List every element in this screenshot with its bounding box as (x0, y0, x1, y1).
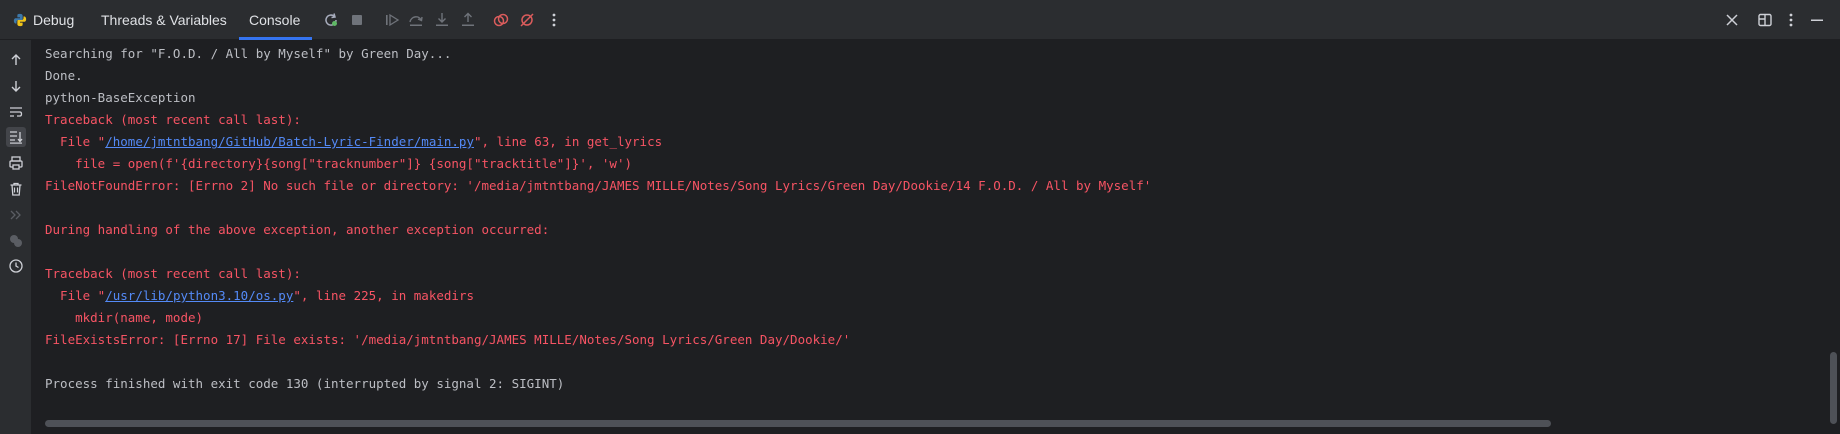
close-button[interactable] (1723, 11, 1741, 29)
down-arrow-icon (11, 81, 21, 92)
step-over-icon (409, 16, 423, 26)
vertical-scrollbar[interactable] (1830, 352, 1837, 424)
resume-button[interactable] (383, 11, 401, 29)
error-message: FileNotFoundError: [Errno 2] No such fil… (45, 178, 1152, 193)
print-icon (9, 156, 23, 170)
step-into-button[interactable] (433, 11, 451, 29)
console-line: Searching for "F.O.D. / All by Myself" b… (45, 46, 452, 61)
history-icon (9, 259, 23, 273)
minimize-button[interactable] (1808, 11, 1826, 29)
python-icon (13, 13, 27, 27)
more-vertical-icon (1789, 13, 1793, 27)
exception-chain-message: During handling of the above exception, … (45, 222, 550, 237)
debug-title: Debug (13, 0, 74, 40)
expand-icon (10, 210, 21, 220)
tab-console-label: Console (249, 12, 301, 28)
frame-prefix: File " (45, 288, 106, 303)
scroll-to-end-button[interactable] (6, 127, 26, 147)
debug-toolwindow-header: Debug Threads & Variables Console (0, 0, 1840, 40)
console-line: Done. (45, 68, 83, 83)
scroll-to-end-icon (10, 131, 23, 144)
frame-suffix: ", line 63, in get_lyrics (473, 134, 663, 149)
trash-icon (10, 182, 22, 196)
rerun-icon (325, 13, 337, 26)
layout-icon (1758, 13, 1772, 27)
traceback-header: Traceback (most recent call last): (45, 266, 301, 281)
soft-wrap-button[interactable] (6, 102, 26, 122)
traceback-header: Traceback (most recent call last): (45, 112, 301, 127)
view-breakpoints-button[interactable] (492, 11, 510, 29)
rerun-button[interactable] (322, 11, 340, 29)
more-icon (552, 13, 556, 27)
file-link[interactable]: /home/jmtntbang/GitHub/Batch-Lyric-Finde… (105, 134, 474, 149)
soft-wrap-icon (10, 107, 23, 117)
traceback-frame: File "/usr/lib/python3.10/os.py", line 2… (45, 285, 474, 307)
stop-icon (352, 15, 362, 25)
step-out-button[interactable] (459, 11, 477, 29)
resume-icon (386, 13, 400, 27)
clear-button[interactable] (6, 179, 26, 199)
expand-button[interactable] (6, 205, 26, 225)
horizontal-scrollbar[interactable] (45, 420, 1551, 427)
close-icon (1726, 14, 1738, 26)
print-button[interactable] (6, 153, 26, 173)
view-breakpoints-icon (493, 13, 509, 27)
console-line: python-BaseException (45, 90, 196, 105)
error-message: FileExistsError: [Errno 17] File exists:… (45, 332, 851, 347)
frame-suffix: ", line 225, in makedirs (293, 288, 474, 303)
step-into-icon (436, 13, 448, 26)
mute-breakpoints-icon (520, 13, 534, 27)
traceback-frame: File "/home/jmtntbang/GitHub/Batch-Lyric… (45, 131, 662, 153)
debug-title-label: Debug (33, 12, 75, 28)
layout-button[interactable] (1756, 11, 1774, 29)
python-console-icon (10, 235, 22, 247)
console-side-toolbar (0, 40, 32, 434)
file-link[interactable]: /usr/lib/python3.10/os.py (105, 288, 293, 303)
step-out-icon (462, 12, 474, 26)
down-button[interactable] (6, 76, 26, 96)
options-button[interactable] (1782, 11, 1800, 29)
frame-prefix: File " (45, 134, 106, 149)
mute-breakpoints-button[interactable] (518, 11, 536, 29)
traceback-code: file = open(f'{directory}{song["tracknum… (45, 156, 632, 171)
stop-button[interactable] (348, 11, 366, 29)
tab-threads-variables-label: Threads & Variables (101, 12, 227, 28)
tab-console[interactable]: Console (249, 0, 300, 40)
process-finished-message: Process finished with exit code 130 (int… (45, 376, 565, 391)
up-arrow-icon (11, 54, 21, 65)
minimize-icon (1811, 19, 1823, 21)
traceback-code: mkdir(name, mode) (45, 310, 204, 325)
python-console-button[interactable] (6, 231, 26, 251)
history-button[interactable] (6, 256, 26, 276)
tab-threads-variables[interactable]: Threads & Variables (101, 0, 227, 40)
console-output[interactable]: Searching for "F.O.D. / All by Myself" b… (33, 40, 1840, 434)
more-button[interactable] (545, 11, 563, 29)
step-over-button[interactable] (407, 11, 425, 29)
up-button[interactable] (6, 50, 26, 70)
